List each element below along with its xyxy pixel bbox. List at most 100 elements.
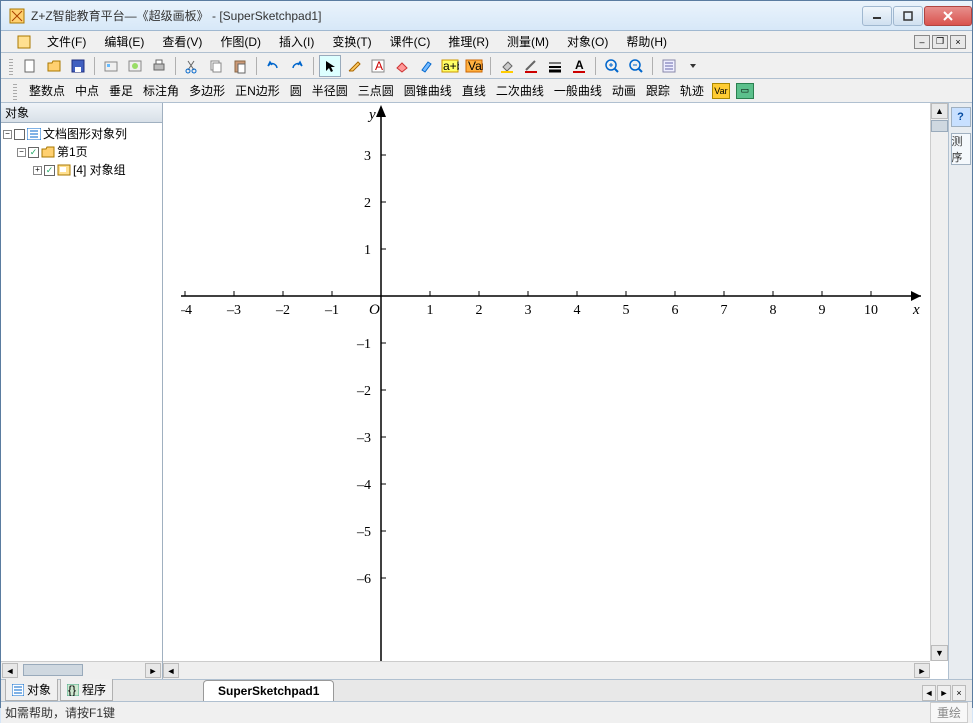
toolbar-sep xyxy=(652,57,653,75)
tree-root[interactable]: − 文档图形对象列 xyxy=(3,125,160,143)
quadratic-button[interactable]: 二次曲线 xyxy=(494,80,546,101)
scroll-down-button[interactable]: ▼ xyxy=(931,645,948,661)
variable-button[interactable]: Var xyxy=(463,55,485,77)
menu-insert[interactable]: 插入(I) xyxy=(277,31,316,52)
pen-tool[interactable] xyxy=(343,55,365,77)
tab-program-label: 程序 xyxy=(82,681,106,698)
zoom-out-button[interactable] xyxy=(625,55,647,77)
svg-text:y: y xyxy=(367,107,376,123)
open-button[interactable] xyxy=(43,55,65,77)
tab-next-button[interactable]: ► xyxy=(937,685,951,701)
var-icon-button[interactable]: Var xyxy=(712,83,730,99)
general-curve-button[interactable]: 一般曲线 xyxy=(552,80,604,101)
tab-prev-button[interactable]: ◄ xyxy=(922,685,936,701)
menu-measure[interactable]: 测量(M) xyxy=(505,31,551,52)
gallery2-button[interactable] xyxy=(124,55,146,77)
scroll-left-button[interactable]: ◄ xyxy=(163,663,179,678)
zoom-in-button[interactable] xyxy=(601,55,623,77)
measure-panel-button[interactable]: 测序 xyxy=(951,133,971,165)
mark-angle-button[interactable]: 标注角 xyxy=(141,80,181,101)
menu-reason[interactable]: 推理(R) xyxy=(446,31,491,52)
status-redraw[interactable]: 重绘 xyxy=(930,702,968,723)
polygon-button[interactable]: 多边形 xyxy=(187,80,227,101)
close-button[interactable] xyxy=(924,6,972,26)
collapse-icon[interactable]: − xyxy=(3,130,12,139)
tree-page[interactable]: − ✓ 第1页 xyxy=(3,143,160,161)
line-color-button[interactable] xyxy=(520,55,542,77)
text-tool[interactable]: A xyxy=(367,55,389,77)
circle-button[interactable]: 圆 xyxy=(288,80,304,101)
expand-icon[interactable]: + xyxy=(33,166,42,175)
scroll-up-button[interactable]: ▲ xyxy=(931,103,948,119)
tab-objects[interactable]: 对象 xyxy=(5,678,58,701)
select-tool[interactable] xyxy=(319,55,341,77)
menu-courseware[interactable]: 课件(C) xyxy=(388,31,433,52)
line-style-button[interactable] xyxy=(544,55,566,77)
mdi-close[interactable]: × xyxy=(950,35,966,49)
menu-view[interactable]: 查看(V) xyxy=(160,31,204,52)
trace-button[interactable]: 跟踪 xyxy=(644,80,672,101)
eraser-tool[interactable] xyxy=(391,55,413,77)
sidebar-hscrollbar[interactable]: ◄ ► xyxy=(1,661,162,679)
regular-ngon-button[interactable]: 正N边形 xyxy=(233,80,282,101)
menu-object[interactable]: 对象(O) xyxy=(565,31,610,52)
text-color-button[interactable]: A xyxy=(568,55,590,77)
paste-button[interactable] xyxy=(229,55,251,77)
locus-button[interactable]: 轨迹 xyxy=(678,80,706,101)
canvas-vscrollbar[interactable]: ▲ ▼ xyxy=(930,103,948,661)
svg-text:6: 6 xyxy=(672,303,679,318)
scroll-left-button[interactable]: ◄ xyxy=(2,663,18,678)
help-button[interactable]: ? xyxy=(951,107,971,127)
drawing-canvas[interactable]: –4–3–2–112345678910–6–5–4–3–2–1123Oxy xyxy=(181,103,930,661)
scroll-thumb[interactable] xyxy=(931,120,948,132)
perpendicular-button[interactable]: 垂足 xyxy=(107,80,135,101)
menu-draw[interactable]: 作图(D) xyxy=(218,31,263,52)
scroll-right-button[interactable]: ► xyxy=(914,663,930,678)
print-button[interactable] xyxy=(148,55,170,77)
svg-text:3: 3 xyxy=(364,149,371,164)
midpoint-button[interactable]: 中点 xyxy=(73,80,101,101)
animate-button[interactable]: 动画 xyxy=(610,80,638,101)
integer-point-button[interactable]: 整数点 xyxy=(27,80,67,101)
line-button[interactable]: 直线 xyxy=(460,80,488,101)
tab-document[interactable]: SuperSketchpad1 xyxy=(203,680,334,701)
doc-tab-nav: ◄ ► × xyxy=(922,685,972,701)
menu-transform[interactable]: 变换(T) xyxy=(330,31,373,52)
semicircle-button[interactable]: 半径圆 xyxy=(310,80,350,101)
options-button[interactable] xyxy=(658,55,680,77)
menu-edit[interactable]: 编辑(E) xyxy=(102,31,146,52)
gallery1-button[interactable] xyxy=(100,55,122,77)
cut-button[interactable] xyxy=(181,55,203,77)
maximize-button[interactable] xyxy=(893,6,923,26)
fill-color-button[interactable] xyxy=(496,55,518,77)
checkbox-icon[interactable]: ✓ xyxy=(44,165,55,176)
svg-text:3: 3 xyxy=(525,303,532,318)
menu-help[interactable]: 帮助(H) xyxy=(624,31,669,52)
tree-group[interactable]: + ✓ [4] 对象组 xyxy=(3,161,160,179)
tab-close-button[interactable]: × xyxy=(952,685,966,701)
scroll-thumb[interactable] xyxy=(23,664,83,676)
save-button[interactable] xyxy=(67,55,89,77)
tab-program[interactable]: {} 程序 xyxy=(60,678,113,701)
conic-button[interactable]: 圆锥曲线 xyxy=(402,80,454,101)
checkbox-icon[interactable]: ✓ xyxy=(28,147,39,158)
object-tree[interactable]: − 文档图形对象列 − ✓ 第1页 + ✓ [4] 对象组 xyxy=(1,123,162,661)
mdi-restore[interactable]: ❐ xyxy=(932,35,948,49)
three-point-circle-button[interactable]: 三点圆 xyxy=(356,80,396,101)
toolbar-sep xyxy=(595,57,596,75)
collapse-icon[interactable]: − xyxy=(17,148,26,157)
canvas-hscrollbar[interactable]: ◄ ► xyxy=(163,661,930,679)
undo-button[interactable] xyxy=(262,55,284,77)
options-dropdown[interactable] xyxy=(682,55,704,77)
copy-button[interactable] xyxy=(205,55,227,77)
formula-button[interactable]: a+b xyxy=(439,55,461,77)
minimize-button[interactable] xyxy=(862,6,892,26)
new-button[interactable] xyxy=(19,55,41,77)
mdi-minimize[interactable]: – xyxy=(914,35,930,49)
scroll-right-button[interactable]: ► xyxy=(145,663,161,678)
highlighter-tool[interactable] xyxy=(415,55,437,77)
screen-icon-button[interactable]: ▭ xyxy=(736,83,754,99)
menu-file[interactable]: 文件(F) xyxy=(45,31,88,52)
checkbox-icon[interactable] xyxy=(14,129,25,140)
redo-button[interactable] xyxy=(286,55,308,77)
